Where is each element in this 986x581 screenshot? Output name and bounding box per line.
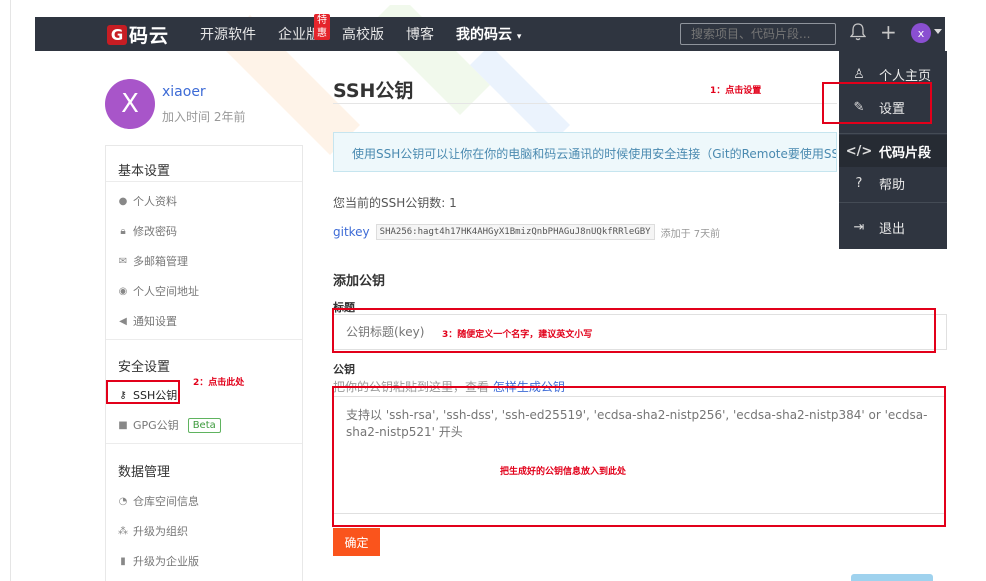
- page: G 码云 开源软件 企业版 特惠 高校版 博客 我的码云 ▾ + x ♙ 个人: [0, 0, 986, 581]
- left-border: [10, 0, 11, 581]
- menu-item-label: 代码片段: [879, 145, 932, 161]
- top-navbar: G 码云 开源软件 企业版 特惠 高校版 博客 我的码云 ▾ + x: [35, 14, 945, 51]
- hot-badge: 特惠: [314, 14, 330, 40]
- menu-item-label: 退出: [879, 221, 906, 237]
- sidebar-item-space-address[interactable]: ◉ 个人空间地址: [118, 283, 199, 299]
- menu-item-label: 个人主页: [879, 68, 932, 84]
- lock-icon: 🔒︎: [120, 225, 126, 237]
- annotation-box-title: [332, 308, 936, 353]
- nav-menu: 开源软件 企业版 特惠 高校版 博客 我的码云 ▾: [200, 14, 521, 51]
- mail-icon: ✉: [118, 255, 128, 267]
- annotation-2: 2：点击此处: [193, 378, 245, 388]
- user-icon: ♙: [853, 66, 865, 82]
- section-heading-security: 安全设置: [118, 360, 171, 375]
- nav-enterprise[interactable]: 企业版 特惠: [278, 14, 330, 44]
- chevron-down-icon: ▾: [516, 32, 522, 42]
- ssh-key-count: 您当前的SSH公钥数: 1: [333, 196, 457, 210]
- sidebar-item-password[interactable]: 🔒︎ 修改密码: [118, 223, 177, 239]
- sidebar-item-label: 通知设置: [133, 315, 177, 328]
- group-icon: ⁂: [118, 525, 128, 537]
- page-title: SSH公钥: [333, 80, 414, 102]
- help-icon: ?: [855, 175, 863, 191]
- speaker-icon: ◀: [119, 315, 127, 327]
- settings-sidebar: 基本设置 ● 个人资料 🔒︎ 修改密码 ✉ 多邮箱管理 ◉ 个人空间地址 ◀ 通知设置 安…: [105, 145, 303, 581]
- menu-item-logout[interactable]: ⇥ 退出: [839, 211, 947, 243]
- pie-chart-icon: ◔: [118, 495, 128, 507]
- ssh-key-fingerprint: SHA256:hagt4h17HK4AHGyX1BmizQnbPHAGuJ8nU…: [375, 224, 655, 240]
- nav-my-gitee-label: 我的码云: [456, 27, 512, 43]
- sidebar-item-emails[interactable]: ✉ 多邮箱管理: [118, 253, 188, 269]
- nav-blog[interactable]: 博客: [406, 24, 434, 44]
- beta-badge: Beta: [187, 417, 221, 433]
- avatar-caret-icon: [934, 29, 942, 34]
- profile-username[interactable]: xiaoer: [162, 84, 206, 100]
- sidebar-divider: [106, 339, 302, 340]
- nav-my-gitee[interactable]: 我的码云 ▾: [456, 24, 521, 44]
- menu-item-label: 帮助: [879, 177, 906, 193]
- section-heading-data: 数据管理: [118, 465, 171, 480]
- sidebar-item-label: 升级为组织: [133, 525, 188, 538]
- ssh-key-name[interactable]: gitkey: [333, 225, 370, 239]
- key-field-label: 公钥: [333, 363, 355, 376]
- menu-divider: [839, 202, 947, 203]
- sidebar-item-profile[interactable]: ● 个人资料: [118, 193, 177, 209]
- annotation-box-key: [332, 386, 946, 527]
- building-icon: ▮: [120, 555, 126, 567]
- sidebar-item-label: GPG公钥: [133, 419, 179, 432]
- sidebar-divider: [106, 443, 302, 444]
- menu-item-help[interactable]: ? 帮助: [839, 167, 947, 199]
- section-heading-basic: 基本设置: [118, 164, 171, 179]
- sidebar-item-label: 个人资料: [133, 195, 177, 208]
- sidebar-item-label: 修改密码: [133, 225, 177, 238]
- logo-mark: G: [107, 24, 127, 45]
- bell-icon[interactable]: [849, 23, 867, 46]
- sidebar-item-label: 多邮箱管理: [133, 255, 188, 268]
- annotation-4: 把生成好的公钥信息放入到此处: [500, 467, 627, 477]
- sidebar-item-gpg-keys[interactable]: ■ GPG公钥 Beta: [118, 417, 221, 433]
- nav-university[interactable]: 高校版: [342, 24, 384, 44]
- logo-text: 码云: [129, 25, 170, 47]
- annotation-box-settings: [822, 82, 932, 124]
- sidebar-item-label: 仓库空间信息: [133, 495, 199, 508]
- sidebar-item-label: 个人空间地址: [133, 285, 199, 298]
- annotation-box-ssh: [106, 380, 180, 404]
- annotation-3: 3：随便定义一个名字，建议英文小写: [442, 330, 593, 340]
- sidebar-divider: [106, 181, 302, 182]
- sidebar-item-upgrade-org[interactable]: ⁂ 升级为组织: [118, 523, 188, 539]
- compass-icon: ◉: [118, 285, 128, 297]
- ssh-key-row: gitkey SHA256:hagt4h17HK4AHGyX1BmizQnbPH…: [333, 224, 720, 240]
- menu-item-snippets[interactable]: </> 代码片段: [839, 135, 947, 167]
- plus-icon[interactable]: +: [880, 20, 897, 44]
- sidebar-item-notifications[interactable]: ◀ 通知设置: [118, 313, 177, 329]
- site-logo[interactable]: G 码云: [107, 21, 169, 48]
- user-dropdown-menu: ♙ 个人主页 ✎ 设置 </> 代码片段 ? 帮助 ⇥ 退出: [839, 51, 947, 249]
- user-avatar-menu[interactable]: x: [911, 23, 931, 43]
- logout-icon: ⇥: [853, 219, 865, 235]
- sidebar-item-upgrade-enterprise[interactable]: ▮ 升级为企业版: [118, 553, 199, 569]
- menu-divider: [839, 133, 947, 134]
- info-banner: 使用SSH公钥可以让你在你的电脑和码云通讯的时候使用安全连接（Git的Remot…: [333, 132, 837, 172]
- avatar[interactable]: X: [105, 79, 155, 129]
- confirm-button[interactable]: 确定: [333, 528, 380, 556]
- title-divider: [333, 103, 837, 104]
- floating-button-partial[interactable]: [851, 574, 933, 581]
- annotation-1: 1：点击设置: [710, 86, 762, 96]
- sidebar-item-repo-space[interactable]: ◔ 仓库空间信息: [118, 493, 199, 509]
- sidebar-item-label: 升级为企业版: [133, 555, 199, 568]
- profile-joined: 加入时间 2年前: [162, 110, 246, 124]
- search-input[interactable]: [680, 23, 836, 45]
- add-key-heading: 添加公钥: [333, 274, 386, 289]
- lock-icon: ■: [118, 419, 128, 431]
- ssh-key-added-time: 添加于 7天前: [660, 228, 721, 240]
- code-icon: </>: [845, 143, 873, 159]
- nav-open-source[interactable]: 开源软件: [200, 24, 256, 44]
- user-icon: ●: [118, 195, 128, 207]
